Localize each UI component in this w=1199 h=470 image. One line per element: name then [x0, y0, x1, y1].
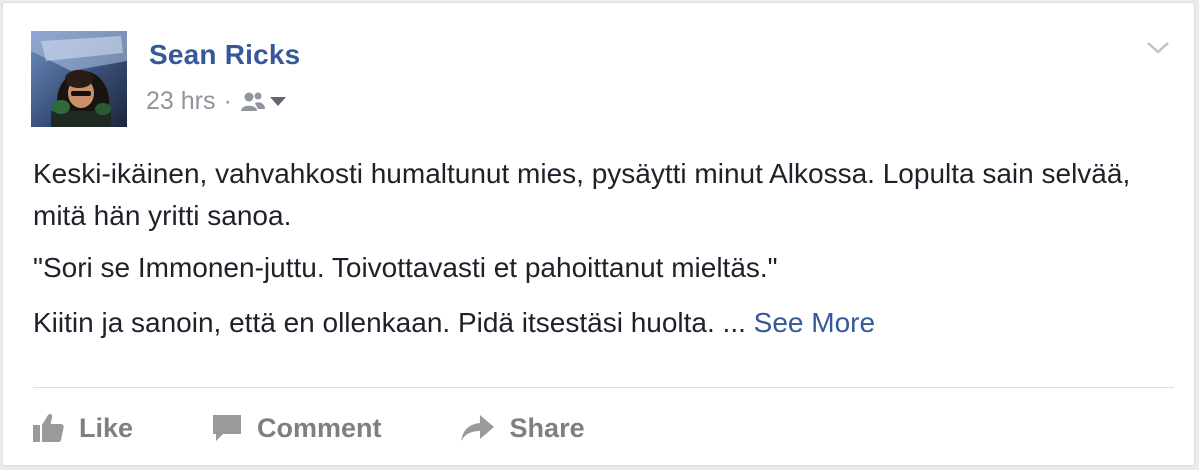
avatar-image — [31, 31, 127, 127]
share-icon — [460, 415, 494, 441]
post-meta: 23 hrs · — [146, 87, 286, 116]
like-button[interactable]: Like — [31, 412, 133, 444]
avatar[interactable] — [31, 31, 127, 127]
author-name[interactable]: Sean Ricks — [149, 39, 300, 71]
divider — [33, 387, 1174, 388]
post-body: Keski-ikäinen, vahvahkosti humaltunut mi… — [33, 153, 1173, 357]
comment-icon — [213, 415, 242, 441]
post-paragraph: Keski-ikäinen, vahvahkosti humaltunut mi… — [33, 158, 1131, 231]
see-more-link[interactable]: See More — [754, 307, 875, 338]
meta-separator: · — [223, 87, 232, 115]
comment-label: Comment — [257, 412, 382, 443]
friends-icon — [240, 92, 265, 111]
post-actions: Like Comment Share — [31, 405, 663, 451]
post-options-button[interactable] — [1140, 33, 1176, 63]
audience-selector[interactable] — [240, 91, 286, 113]
caret-down-icon — [269, 96, 286, 106]
thumbs-up-icon — [33, 414, 64, 442]
post-card: Sean Ricks 23 hrs · Keski-ikäinen, vahva… — [2, 2, 1195, 466]
like-label: Like — [79, 412, 134, 443]
comment-button[interactable]: Comment — [211, 413, 382, 444]
post-paragraph-text: Kiitin ja sanoin, että en ollenkaan. Pid… — [33, 307, 746, 338]
share-label: Share — [509, 412, 585, 443]
chevron-down-icon — [1147, 42, 1169, 54]
post-paragraph: "Sori se Immonen-juttu. Toivottavasti et… — [33, 252, 778, 283]
share-button[interactable]: Share — [460, 413, 585, 444]
timestamp[interactable]: 23 hrs — [146, 87, 215, 116]
post-paragraph: Kiitin ja sanoin, että en ollenkaan. Pid… — [33, 302, 1173, 344]
